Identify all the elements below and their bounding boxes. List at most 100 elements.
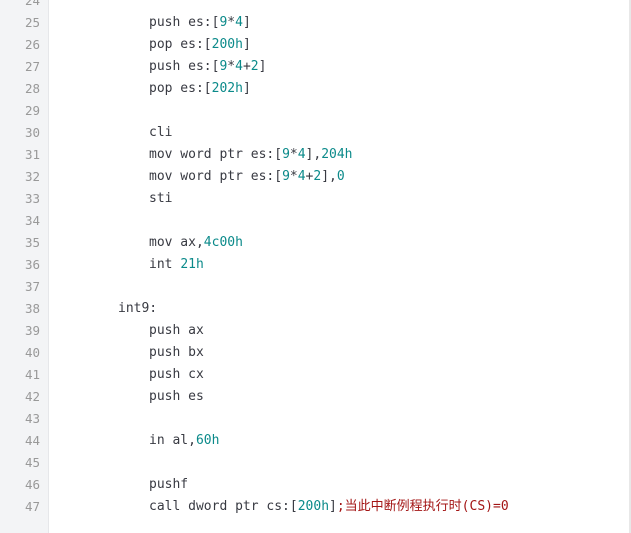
line-code: push ax [56, 320, 204, 342]
line-number: 26 [24, 37, 40, 52]
code-token: * [227, 59, 236, 74]
line-number: 43 [24, 411, 40, 426]
line-code: int9: [56, 298, 157, 320]
code-line[interactable]: 31 mov word ptr es:[9*4],204h [0, 144, 631, 166]
line-code: push es [56, 386, 204, 408]
line-code: mov word ptr es:[9*4],204h [56, 144, 353, 166]
code-token: push cx [149, 367, 204, 382]
line-number: 42 [24, 389, 40, 404]
line-number: 41 [24, 367, 40, 382]
line-number: 33 [24, 191, 40, 206]
code-line[interactable]: 40 push bx [0, 342, 631, 364]
code-token: push bx [149, 345, 204, 360]
numeric-literal: 200h [211, 37, 243, 52]
line-code: pop es:[200h] [56, 34, 251, 56]
code-token: sti [149, 191, 173, 206]
code-token: mov word ptr es:[ [149, 169, 283, 184]
line-code: mov word ptr es:[9*4+2],0 [56, 166, 345, 188]
line-code: call dword ptr cs:[200h];当此中断例程执行时(CS)=0 [56, 496, 509, 518]
code-token: ], [321, 169, 337, 184]
numeric-literal: 200h [297, 499, 330, 514]
code-line[interactable]: 41 push cx [0, 364, 631, 386]
numeric-literal: 2 [250, 59, 259, 74]
code-token: int9: [118, 301, 158, 316]
code-token: mov word ptr es:[ [149, 147, 283, 162]
code-line[interactable]: 39 push ax [0, 320, 631, 342]
code-line[interactable]: 36 int 21h [0, 254, 631, 276]
code-token: mov ax, [149, 235, 204, 250]
line-number: 28 [24, 81, 40, 96]
code-comment: ;当此中断例程执行时(CS)=0 [336, 499, 509, 514]
code-line[interactable]: 34 [0, 210, 631, 232]
line-number: 25 [24, 15, 40, 30]
code-token: int [149, 257, 181, 272]
line-number: 34 [24, 213, 40, 228]
numeric-literal: 21h [180, 257, 204, 272]
numeric-literal: 9 [282, 169, 290, 184]
numeric-literal: 4c00h [203, 235, 243, 250]
line-number: 36 [24, 257, 40, 272]
line-number: 40 [24, 345, 40, 360]
code-line[interactable]: 38 int9: [0, 298, 631, 320]
code-line[interactable]: 32 mov word ptr es:[9*4+2],0 [0, 166, 631, 188]
line-code: push es:[9*4+2] [56, 56, 266, 78]
code-line[interactable]: 30 cli [0, 122, 631, 144]
line-number: 30 [24, 125, 40, 140]
line-number: 31 [24, 147, 40, 162]
code-token: push es:[ [149, 59, 220, 74]
line-number: 37 [24, 279, 40, 294]
code-token: ] [242, 15, 251, 30]
line-number: 32 [24, 169, 40, 184]
code-token: + [242, 59, 251, 74]
code-token: push es [149, 389, 204, 404]
code-line[interactable]: 28 pop es:[202h] [0, 78, 631, 100]
code-area[interactable]: 24 25 push es:[9*4] 26 pop es:[200h] 27 push e… [0, 0, 631, 518]
line-number: 39 [24, 323, 40, 338]
code-token: cli [149, 125, 173, 140]
line-number: 45 [24, 455, 40, 470]
code-token: ] [242, 81, 251, 96]
code-line[interactable]: 45 [0, 452, 631, 474]
code-line[interactable]: 42 push es [0, 386, 631, 408]
line-code: int 21h [56, 254, 204, 276]
code-line[interactable]: 44 in al,60h [0, 430, 631, 452]
code-token: push es:[ [149, 15, 220, 30]
code-line[interactable]: 33 sti [0, 188, 631, 210]
line-code: sti [56, 188, 172, 210]
numeric-literal: 202h [211, 81, 243, 96]
numeric-literal: 60h [195, 433, 220, 448]
code-line[interactable]: 47 call dword ptr cs:[200h];当此中断例程执行时(CS)… [0, 496, 631, 518]
code-line[interactable]: 43 [0, 408, 631, 430]
code-line[interactable]: 27 push es:[9*4+2] [0, 56, 631, 78]
code-line[interactable]: 25 push es:[9*4] [0, 12, 631, 34]
code-token: in al, [149, 433, 196, 448]
code-token: push ax [149, 323, 204, 338]
code-editor[interactable]: 24 25 push es:[9*4] 26 pop es:[200h] 27 push e… [0, 0, 631, 533]
code-line[interactable]: 24 [0, 0, 631, 12]
code-token: pop es:[ [149, 81, 212, 96]
numeric-literal: 204h [321, 147, 353, 162]
code-token: * [289, 147, 298, 162]
code-token: ] [242, 37, 251, 52]
line-number: 24 [24, 0, 40, 8]
code-token: ] [329, 499, 337, 514]
code-line[interactable]: 29 [0, 100, 631, 122]
line-number: 38 [24, 301, 40, 316]
code-token: * [227, 15, 236, 30]
line-number: 27 [24, 59, 40, 74]
code-token: call dword ptr cs:[ [149, 499, 298, 514]
code-token: pushf [149, 477, 189, 492]
numeric-literal: 4 [235, 59, 243, 74]
numeric-literal: 9 [282, 147, 290, 162]
code-line[interactable]: 37 [0, 276, 631, 298]
line-code: push bx [56, 342, 204, 364]
line-number: 35 [24, 235, 40, 250]
line-code: pushf [56, 474, 188, 496]
numeric-literal: 0 [336, 169, 345, 184]
numeric-literal: 4 [235, 15, 243, 30]
code-line[interactable]: 35 mov ax,4c00h [0, 232, 631, 254]
line-code: cli [56, 122, 172, 144]
line-code: in al,60h [56, 430, 219, 452]
code-line[interactable]: 26 pop es:[200h] [0, 34, 631, 56]
code-line[interactable]: 46 pushf [0, 474, 631, 496]
